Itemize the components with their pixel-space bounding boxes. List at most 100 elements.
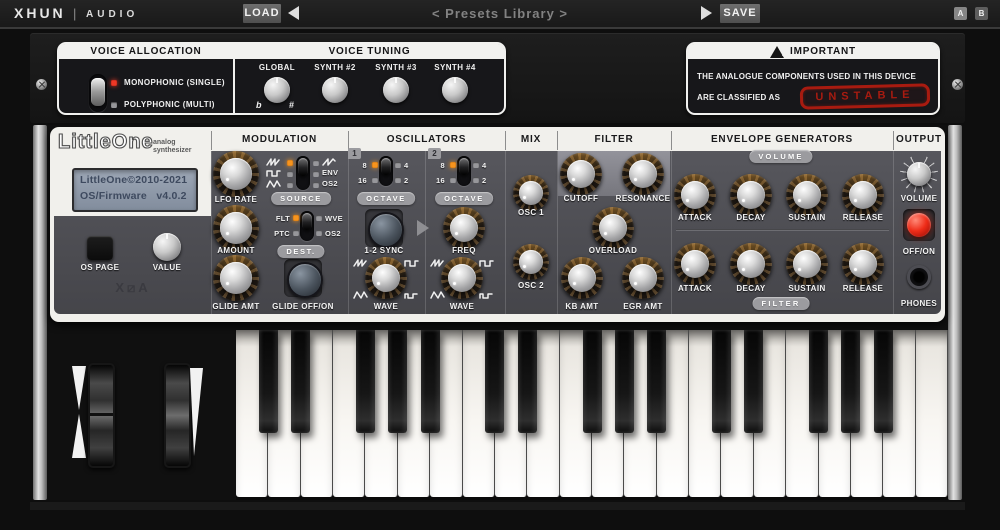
black-key[interactable]: [744, 330, 763, 433]
vol-sustain-knob[interactable]: [786, 174, 828, 216]
monophonic-option[interactable]: MONOPHONIC (SINGLE): [124, 78, 225, 87]
output-volume-knob[interactable]: [907, 162, 931, 186]
black-key[interactable]: [518, 330, 537, 433]
black-key[interactable]: [615, 330, 634, 433]
ramp-wave-icon: [322, 157, 337, 167]
slot-b-button[interactable]: B: [975, 7, 988, 20]
kb-amt-knob[interactable]: [561, 257, 603, 299]
vol-attack-knob[interactable]: [674, 174, 716, 216]
flt-attack-knob[interactable]: [674, 243, 716, 285]
osc2-wave-label: WAVE: [450, 302, 475, 311]
value-knob[interactable]: [153, 233, 181, 261]
pitch-wheel[interactable]: [88, 363, 115, 468]
amount-knob[interactable]: [213, 205, 259, 251]
osc1-octave-2-led: [395, 177, 401, 183]
littleone-logo: LittleOne: [58, 131, 154, 154]
osc1-wave-label: WAVE: [374, 302, 399, 311]
mod-wheel[interactable]: [164, 363, 191, 468]
important-line1: THE ANALOGUE COMPONENTS USED IN THIS DEV…: [697, 72, 916, 81]
osc2-octave-switch[interactable]: [459, 158, 469, 175]
synth2-tune-label: SYNTH #2: [314, 63, 355, 72]
dest-switch[interactable]: [302, 213, 312, 230]
slot-a-button[interactable]: A: [954, 7, 967, 20]
section-oscillators: OSCILLATORS: [348, 134, 505, 145]
sync-arrow-icon: [417, 220, 429, 236]
voice-mode-switch[interactable]: [91, 78, 105, 106]
black-key[interactable]: [388, 330, 407, 433]
section-envelopes: ENVELOPE GENERATORS: [671, 134, 893, 145]
mix-osc1-knob[interactable]: [513, 175, 549, 211]
vol-decay-knob[interactable]: [730, 174, 772, 216]
section-modulation: MODULATION: [211, 134, 348, 145]
lfo-rate-knob[interactable]: [213, 151, 259, 197]
polyphonic-option[interactable]: POLYPHONIC (MULTI): [124, 100, 215, 109]
flt-attack-label: ATTACK: [678, 284, 712, 293]
synth4-tune-knob[interactable]: [442, 77, 468, 103]
synth3-tune-knob[interactable]: [383, 77, 409, 103]
overload-knob[interactable]: [592, 207, 634, 249]
osc2-octave-2: 2: [482, 176, 486, 185]
flt-decay-knob[interactable]: [730, 243, 772, 285]
white-key[interactable]: [916, 330, 948, 497]
flt-sustain-knob[interactable]: [786, 243, 828, 285]
glide-amt-knob[interactable]: [213, 255, 259, 301]
output-volume-label: VOLUME: [901, 194, 938, 203]
amount-label: AMOUNT: [217, 246, 255, 255]
black-key[interactable]: [712, 330, 731, 433]
source-led-6: [313, 182, 319, 188]
osc2-wave-knob[interactable]: [441, 257, 483, 299]
osc1-octave-16: 16: [351, 176, 367, 185]
saw-wave-icon: [266, 157, 281, 167]
black-key[interactable]: [647, 330, 666, 433]
global-tune-knob[interactable]: [264, 77, 290, 103]
lcd-line1: LittleOne©2010-2021: [80, 174, 187, 186]
lfo-rate-label: LFO RATE: [215, 195, 258, 204]
egr-amt-knob[interactable]: [622, 257, 664, 299]
volume-env-badge: VOLUME: [749, 150, 812, 163]
osc2-octave-16: 16: [429, 176, 445, 185]
synth2-tune-knob[interactable]: [322, 77, 348, 103]
black-key[interactable]: [421, 330, 440, 433]
important-line2: ARE CLASSIFIED AS: [697, 93, 780, 102]
osc2-octave-4-led: [473, 162, 479, 168]
preset-display[interactable]: < Presets Library >: [0, 6, 1000, 21]
sync-button[interactable]: [368, 212, 404, 248]
vol-attack-label: ATTACK: [678, 213, 712, 222]
osc2-freq-knob[interactable]: [443, 207, 485, 249]
black-key[interactable]: [841, 330, 860, 433]
black-key[interactable]: [259, 330, 278, 433]
black-key[interactable]: [874, 330, 893, 433]
glide-on-off-button[interactable]: [287, 262, 323, 298]
panel-divider: [233, 44, 235, 113]
important-header: ! IMPORTANT: [688, 44, 938, 59]
polyphonic-led: [111, 102, 117, 108]
cutoff-knob[interactable]: [560, 153, 602, 195]
black-key[interactable]: [809, 330, 828, 433]
os-page-button[interactable]: [87, 236, 113, 260]
phones-jack[interactable]: [907, 265, 931, 289]
power-button[interactable]: [907, 213, 931, 237]
osc1-octave-switch[interactable]: [381, 158, 391, 175]
mix-osc2-knob[interactable]: [513, 244, 549, 280]
flt-release-knob[interactable]: [842, 243, 884, 285]
black-key[interactable]: [485, 330, 504, 433]
source-switch[interactable]: [298, 158, 308, 176]
vol-release-knob[interactable]: [842, 174, 884, 216]
black-key[interactable]: [583, 330, 602, 433]
value-label: VALUE: [153, 263, 182, 272]
vol-decay-label: DECAY: [736, 213, 765, 222]
osc1-wave-knob[interactable]: [365, 257, 407, 299]
flt-decay-label: DECAY: [736, 284, 765, 293]
black-key[interactable]: [356, 330, 375, 433]
left-rail: [33, 125, 47, 500]
flt-release-label: RELEASE: [843, 284, 884, 293]
save-button[interactable]: SAVE: [720, 4, 760, 23]
triangle-wave-icon: [353, 290, 368, 300]
black-key[interactable]: [291, 330, 310, 433]
dest-ptc-label: PTC: [268, 229, 290, 238]
triangle-wave-icon: [266, 179, 281, 189]
source-led-5: [313, 171, 319, 177]
screw-icon: [36, 79, 47, 90]
next-preset-icon[interactable]: [701, 6, 712, 20]
resonance-knob[interactable]: [622, 153, 664, 195]
